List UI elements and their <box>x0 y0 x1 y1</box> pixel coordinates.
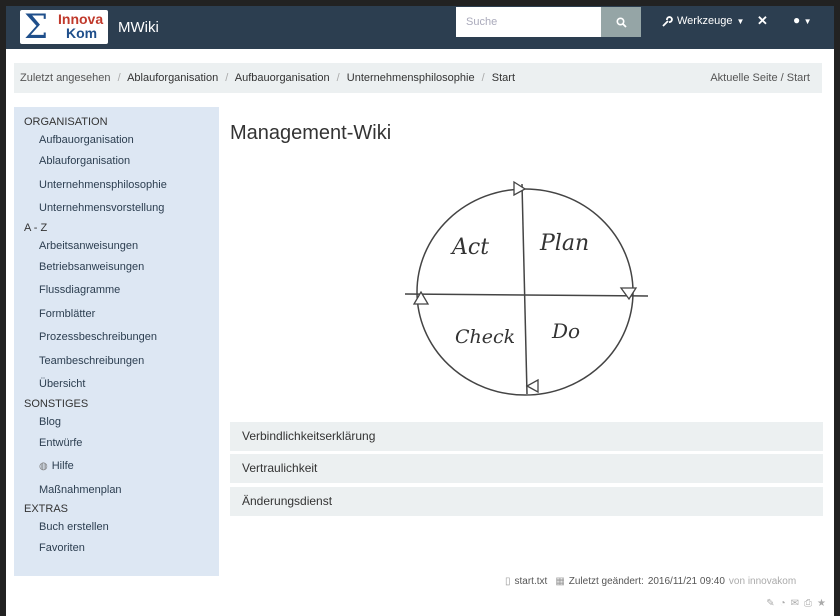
sidebar-item[interactable]: Maßnahmenplan <box>14 479 219 503</box>
breadcrumb-item[interactable]: Start <box>492 72 515 84</box>
sidebar-item-label: Hilfe <box>51 460 74 472</box>
breadcrumb-item[interactable]: Unternehmensphilosophie <box>347 72 475 84</box>
quadrant-do: Do <box>551 319 580 343</box>
sidebar-item[interactable]: Blog <box>14 412 219 432</box>
sidebar-item[interactable]: Buch erstellen <box>14 517 219 537</box>
sidebar-section-title: ORGANISATION <box>24 116 108 128</box>
arrow-bottom-icon <box>525 378 539 394</box>
arrow-top-icon <box>513 180 527 197</box>
search-button[interactable] <box>601 7 641 37</box>
pdca-horizontal-axis <box>404 293 649 297</box>
tools-menu-label: Werkzeuge <box>677 15 733 27</box>
quadrant-act: Act <box>450 235 489 260</box>
breadcrumb-label: Zuletzt angesehen <box>20 72 111 84</box>
page-actions: ✎ ◔ ✉ ⎙ ★ <box>766 598 826 609</box>
sidebar-section-title: EXTRAS <box>24 503 69 515</box>
breadcrumb-separator: / <box>225 72 229 84</box>
sidebar: ORGANISATION Aufbauorganisation Ablaufor… <box>14 107 219 576</box>
print-icon[interactable]: ⎙ <box>804 598 812 609</box>
current-page-label: Aktuelle Seite / Start <box>710 72 810 84</box>
accordion-item[interactable]: Vertraulichkeit <box>230 454 823 483</box>
quadrant-check: Check <box>455 326 515 348</box>
sidebar-section-title: SONSTIGES <box>24 397 89 410</box>
search-icon <box>615 16 627 28</box>
sidebar-item[interactable]: Flussdiagramme <box>14 279 219 303</box>
calendar-icon: ▦ <box>555 576 565 587</box>
brand-name[interactable]: MWiki <box>118 19 159 36</box>
breadcrumb: Zuletzt angesehen / Ablauforganisation /… <box>14 63 822 93</box>
quadrant-plan: Plan <box>539 231 589 256</box>
sidebar-item[interactable]: Formblätter <box>14 303 219 327</box>
top-navbar: Σ Innova Kom MWiki <box>6 6 834 49</box>
sidebar-item[interactable]: Betriebsanweisungen <box>14 256 219 280</box>
chevron-down-icon: ▼ <box>803 17 812 26</box>
user-icon: ● <box>793 13 801 27</box>
innovakom-logo[interactable]: Σ Innova Kom <box>20 10 108 44</box>
sidebar-item[interactable]: Teambeschreibungen <box>14 350 219 374</box>
sidebar-item[interactable]: Unternehmensvorstellung <box>14 197 219 221</box>
modified-label: Zuletzt geändert: <box>568 576 644 587</box>
modified-by: von innovakom <box>728 576 797 587</box>
sidebar-section-title: A - Z <box>24 221 48 234</box>
modified-date: 2016/11/21 09:40 <box>647 576 725 587</box>
page-info: ▯ start.txt ▦ Zuletzt geändert: 2016/11/… <box>505 576 796 587</box>
pdca-cycle-diagram: Act Plan Check Do <box>404 180 649 396</box>
breadcrumb-separator: / <box>336 72 340 84</box>
page-filename: start.txt <box>514 576 548 587</box>
chevron-down-icon: ▼ <box>736 16 745 26</box>
breadcrumb-separator: / <box>117 72 121 84</box>
sidebar-item[interactable]: Unternehmensphilosophie <box>14 174 219 198</box>
breadcrumb-item[interactable]: Ablauforganisation <box>127 72 218 84</box>
pdca-vertical-axis <box>521 183 528 395</box>
arrow-right-icon <box>619 287 638 301</box>
tools-menu[interactable]: Werkzeuge ▼ <box>662 15 744 27</box>
user-menu[interactable]: ● ▼ <box>793 13 812 27</box>
sidebar-item[interactable]: Entwürfe <box>14 432 219 456</box>
email-icon[interactable]: ✉ <box>791 598 799 609</box>
accordion-item[interactable]: Verbindlichkeitserklärung <box>230 422 823 451</box>
rss-icon[interactable]: ◔ <box>780 598 786 609</box>
fullscreen-icon[interactable]: ✕ <box>757 13 768 29</box>
star-icon[interactable]: ★ <box>817 598 826 609</box>
page-title: Management-Wiki <box>230 122 392 144</box>
search-input[interactable] <box>456 7 602 37</box>
logo-text-line2: Kom <box>66 25 98 41</box>
breadcrumb-item[interactable]: Aufbauorganisation <box>235 72 330 84</box>
sidebar-item[interactable]: Prozessbeschreibungen <box>14 326 219 350</box>
wrench-icon <box>662 15 673 27</box>
globe-icon: ◍ <box>39 461 48 472</box>
sidebar-item[interactable]: Favoriten <box>14 537 219 561</box>
file-icon: ▯ <box>505 576 511 587</box>
sidebar-item[interactable]: Arbeitsanweisungen <box>14 236 219 256</box>
sidebar-item[interactable]: Ablauforganisation <box>14 150 219 174</box>
sidebar-item[interactable]: Übersicht <box>14 373 219 397</box>
sidebar-item-help[interactable]: ◍ Hilfe <box>14 455 219 479</box>
sigma-logo-icon: Σ <box>24 7 49 47</box>
accordion-item[interactable]: Änderungsdienst <box>230 487 823 516</box>
sidebar-item[interactable]: Aufbauorganisation <box>14 130 219 150</box>
breadcrumb-separator: / <box>481 72 485 84</box>
edit-icon[interactable]: ✎ <box>766 598 774 609</box>
